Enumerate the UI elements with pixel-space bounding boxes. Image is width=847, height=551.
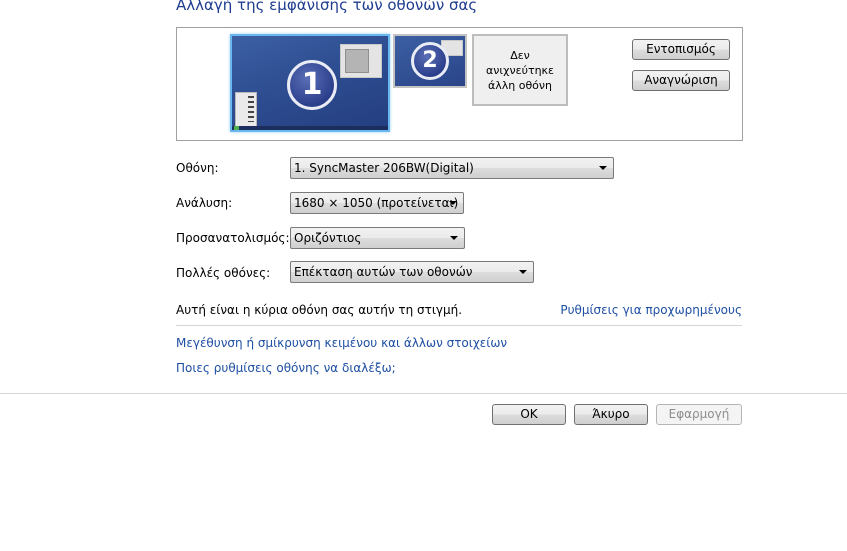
resolution-select-value: 1680 × 1050 (προτείνεται) — [294, 196, 459, 210]
primary-display-status: Αυτή είναι η κύρια οθόνη σας αυτήν τη στ… — [176, 303, 463, 317]
text-size-link[interactable]: Μεγέθυνση ή σμίκρυνση κειμένου και άλλων… — [176, 336, 507, 350]
monitor-2-number: 2 — [411, 42, 449, 80]
multiple-displays-select[interactable]: Επέκταση αυτών των οθονών — [290, 261, 534, 283]
monitor-1-thumbnail[interactable]: 1 — [230, 34, 390, 132]
orientation-select[interactable]: Οριζόντιος — [290, 227, 465, 249]
page-title: Αλλαγή της εμφάνισης των οθονών σας — [176, 0, 478, 14]
multiple-displays-select-value: Επέκταση αυτών των οθονών — [294, 265, 473, 279]
chevron-down-icon — [449, 201, 457, 205]
display-select-value: 1. SyncMaster 206BW(Digital) — [294, 161, 474, 175]
identify-button[interactable]: Εντοπισμός — [632, 39, 730, 60]
apply-button[interactable]: Εφαρμογή — [656, 404, 742, 425]
display-select[interactable]: 1. SyncMaster 206BW(Digital) — [290, 157, 614, 179]
separator — [176, 325, 742, 326]
resolution-select[interactable]: 1680 × 1050 (προτείνεται) — [290, 192, 464, 214]
mini-window — [340, 44, 382, 78]
detect-button[interactable]: Αναγνώριση — [632, 70, 730, 91]
cancel-button[interactable]: Άκυρο — [574, 404, 648, 425]
mini-taskbar — [232, 126, 388, 130]
which-settings-link[interactable]: Ποιες ρυθμίσεις οθόνης να διαλέξω; — [176, 361, 396, 375]
monitor-1-number: 1 — [287, 60, 337, 110]
ok-button[interactable]: OK — [492, 404, 566, 425]
monitor-2-thumbnail[interactable]: 2 — [393, 34, 467, 88]
undetected-monitor-label: Δεν ανιχνεύτηκε άλλη οθόνη — [486, 48, 554, 92]
monitor-preview-area: 1 2 Δεν ανιχνεύτηκε άλλη οθόνη Εντοπισμό… — [176, 27, 743, 141]
chevron-down-icon — [519, 270, 527, 274]
chevron-down-icon — [599, 166, 607, 170]
orientation-select-value: Οριζόντιος — [294, 231, 362, 245]
multiple-displays-label: Πολλές οθόνες: — [176, 266, 271, 280]
mini-start-menu — [235, 92, 257, 128]
chevron-down-icon — [450, 236, 458, 240]
orientation-label: Προσανατολισμός: — [176, 231, 290, 245]
display-label: Οθόνη: — [176, 161, 219, 175]
footer-separator — [0, 393, 847, 394]
undetected-monitor-placeholder: Δεν ανιχνεύτηκε άλλη οθόνη — [472, 34, 568, 106]
resolution-label: Ανάλυση: — [176, 196, 233, 210]
advanced-settings-link[interactable]: Ρυθμίσεις για προχωρημένους — [560, 303, 742, 317]
